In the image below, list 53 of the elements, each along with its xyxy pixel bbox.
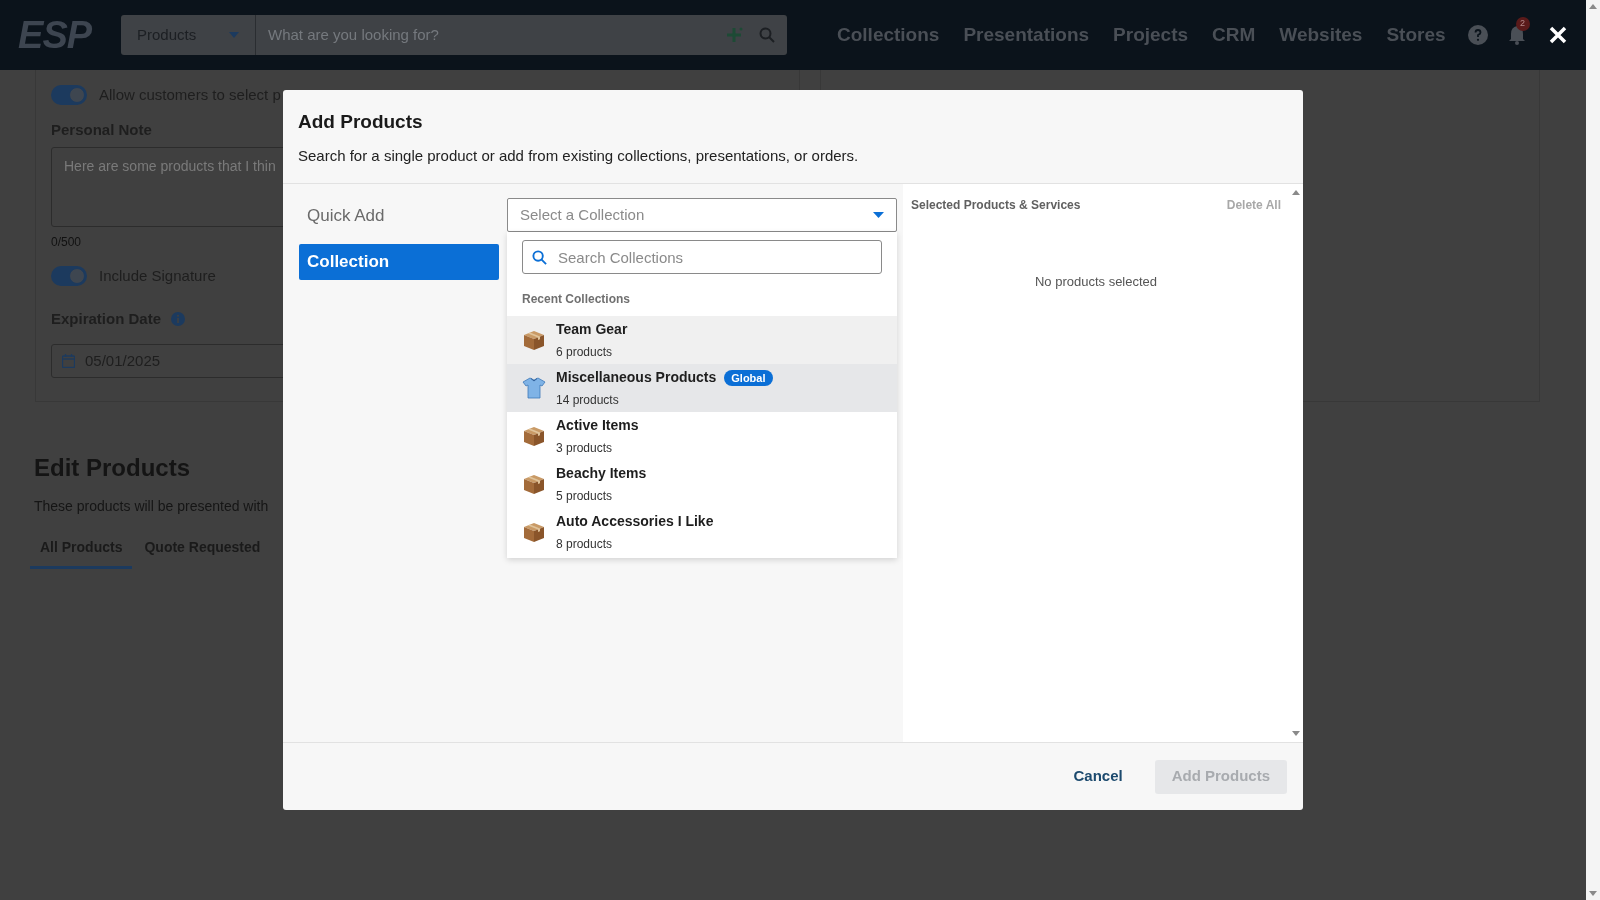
scroll-down-icon[interactable]: [1588, 891, 1597, 896]
nav-link[interactable]: CRM: [1212, 20, 1256, 50]
cardboard-box-icon: [522, 472, 546, 496]
search-icon: [532, 250, 547, 265]
caret-icon: [873, 212, 884, 218]
mode-tab[interactable]: Quick Add: [299, 198, 499, 234]
cardboard-box-icon: [522, 328, 546, 352]
nav-link[interactable]: Presentations: [963, 20, 1090, 50]
cardboard-box-icon: [522, 424, 546, 448]
collection-item[interactable]: Team Gear 6 products: [507, 316, 897, 364]
toggle-switch[interactable]: [51, 266, 87, 287]
nav-link[interactable]: Websites: [1279, 20, 1363, 50]
collection-select[interactable]: Select a Collection: [507, 198, 897, 232]
delete-all-link[interactable]: Delete All: [1226, 196, 1281, 214]
cancel-button[interactable]: Cancel: [1065, 759, 1131, 794]
collection-name: Miscellaneous Products: [556, 368, 717, 387]
dialog-title: Add Products: [298, 110, 423, 134]
product-count: 3 products: [556, 440, 614, 457]
list-heading: Recent Collections: [521, 291, 632, 308]
collection-item[interactable]: Beachy Items 5 products: [507, 460, 897, 508]
search-icon[interactable]: [759, 27, 775, 43]
nav-link[interactable]: Collections: [837, 20, 940, 50]
collection-name: Auto Accessories I Like: [556, 512, 714, 531]
collection-item[interactable]: Auto Accessories I Like 8 products: [507, 508, 897, 556]
help-icon[interactable]: [1467, 25, 1488, 45]
scrollbar[interactable]: [1585, 0, 1600, 900]
product-count: 5 products: [556, 488, 614, 505]
scroll-up-icon[interactable]: [1588, 4, 1597, 9]
dialog-subtitle: Search for a single product or add from existing collections, presentations, or orders.: [298, 145, 859, 166]
collection-item[interactable]: Active Items 3 products: [507, 412, 897, 460]
caret-icon: [229, 32, 239, 38]
mode-tab[interactable]: Collection: [299, 244, 499, 280]
nav-link[interactable]: Stores: [1386, 20, 1446, 50]
toggle-switch[interactable]: [51, 85, 87, 106]
collection-name: Active Items: [556, 416, 639, 435]
empty-message: No products selected: [1033, 273, 1159, 291]
product-count: 6 products: [556, 344, 614, 361]
collection-name: Beachy Items: [556, 464, 647, 483]
scroll-up-icon[interactable]: [1292, 190, 1300, 195]
collection-item[interactable]: Miscellaneous Products Global 14 products: [507, 364, 897, 412]
cardboard-box-icon: [522, 520, 546, 544]
close-icon[interactable]: [1547, 25, 1568, 45]
global-tag: Global: [724, 369, 773, 386]
scroll-down-icon[interactable]: [1292, 731, 1300, 736]
calendar-icon: [62, 354, 75, 368]
nav-link[interactable]: Projects: [1113, 20, 1189, 50]
product-count: 8 products: [556, 536, 614, 553]
collection-name: Team Gear: [556, 320, 628, 339]
t-shirt-icon: [522, 376, 546, 400]
product-count: 14 products: [556, 392, 620, 409]
panel-title: Selected Products & Services: [911, 197, 1081, 214]
notification-count: 2: [1515, 17, 1530, 31]
collection-search-field[interactable]: Search Collections: [522, 240, 882, 274]
